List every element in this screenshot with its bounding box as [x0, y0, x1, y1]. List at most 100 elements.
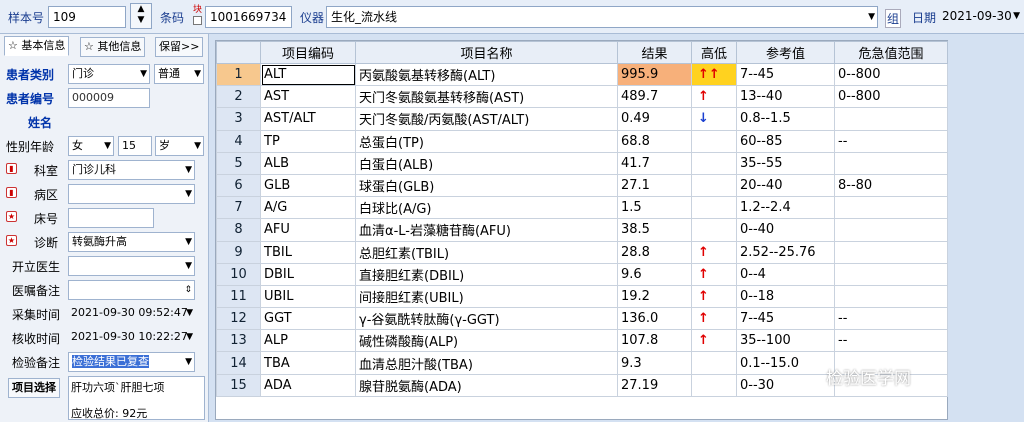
- table-row[interactable]: 3 AST/ALT 天门冬氨酸/丙氨酸(AST/ALT) 0.49 ↓ 0.8--1.5: [216, 107, 948, 131]
- reference-range: 0.8--1.5: [736, 107, 835, 131]
- col-code-header[interactable]: 项目编码: [260, 41, 356, 64]
- reference-range: 0--18: [736, 284, 835, 309]
- bed-input[interactable]: [68, 208, 154, 228]
- result-value[interactable]: 27.19: [617, 373, 692, 397]
- result-value[interactable]: 107.8: [617, 329, 692, 353]
- item-code[interactable]: ALT: [260, 62, 356, 87]
- age-input[interactable]: 15: [118, 136, 152, 156]
- chevron-down-icon: ▼: [194, 69, 201, 79]
- date-picker[interactable]: 2021-09-30 ▼: [938, 6, 1022, 28]
- col-critical-header[interactable]: 危急值范围: [834, 41, 948, 64]
- tab-other-info[interactable]: ☆ 其他信息: [80, 37, 146, 57]
- order-note-input[interactable]: ⇕: [68, 280, 195, 300]
- result-value[interactable]: 1.5: [617, 196, 692, 220]
- item-code[interactable]: ADA: [260, 373, 356, 397]
- item-code[interactable]: UBIL: [260, 284, 356, 309]
- table-row[interactable]: 4 TP 总蛋白(TP) 68.8 60--85 --: [216, 129, 948, 153]
- reference-range: 35--55: [736, 151, 835, 175]
- item-name: 丙氨酸氨基转移酶(ALT): [355, 62, 618, 87]
- age-unit-select[interactable]: 岁 ▼: [155, 136, 204, 156]
- table-row[interactable]: 9 TBIL 总胆红素(TBIL) 28.8 ↑ 2.52--25.76: [216, 240, 948, 264]
- barcode-checkbox[interactable]: [193, 16, 202, 25]
- col-name-header[interactable]: 项目名称: [355, 41, 618, 64]
- patient-subtype-value: 普通: [158, 67, 180, 80]
- item-name: 碱性磷酸酶(ALP): [355, 329, 618, 353]
- item-code[interactable]: TBA: [260, 351, 356, 375]
- result-value[interactable]: 28.8: [617, 240, 692, 264]
- result-value[interactable]: 489.7: [617, 85, 692, 109]
- test-note-select[interactable]: 检验结果已复查 ▼: [68, 352, 195, 372]
- result-value[interactable]: 995.9: [617, 62, 692, 87]
- sample-no-label: 样本号: [8, 11, 45, 25]
- ward-lookup-icon[interactable]: ▮: [6, 187, 17, 198]
- item-code[interactable]: AST/ALT: [260, 107, 356, 131]
- table-row[interactable]: 1 ALT 丙氨酸氨基转移酶(ALT) 995.9 ↑↑ 7--45 0--800: [216, 62, 948, 87]
- name-input[interactable]: [68, 112, 152, 132]
- reference-range: 0--30: [736, 373, 835, 397]
- col-index-header[interactable]: [216, 41, 261, 64]
- table-row[interactable]: 8 AFU 血清α-L-岩藻糖苷酶(AFU) 38.5 0--40: [216, 218, 948, 242]
- dept-select[interactable]: 门诊儿科 ▼: [68, 160, 195, 180]
- doctor-select[interactable]: ▼: [68, 256, 195, 276]
- sample-no-input[interactable]: 109: [48, 6, 126, 28]
- item-code[interactable]: DBIL: [260, 262, 356, 286]
- result-value[interactable]: 38.5: [617, 218, 692, 242]
- result-value[interactable]: 0.49: [617, 107, 692, 131]
- collect-time-picker[interactable]: 2021-09-30 09:52:47 ▼: [68, 304, 195, 324]
- diagnosis-select[interactable]: 转氨酶升高 ▼: [68, 232, 195, 252]
- table-row[interactable]: 12 GGT γ-谷氨酰转肽酶(γ-GGT) 136.0 ↑ 7--45 --: [216, 307, 948, 331]
- item-code[interactable]: TBIL: [260, 240, 356, 264]
- reference-range: 13--40: [736, 85, 835, 109]
- item-code[interactable]: AST: [260, 85, 356, 109]
- table-row[interactable]: 2 AST 天门冬氨酸氨基转移酶(AST) 489.7 ↑ 13--40 0--800: [216, 85, 948, 109]
- dept-lookup-icon[interactable]: ▮: [6, 163, 17, 174]
- item-code[interactable]: GGT: [260, 307, 356, 331]
- instrument-select[interactable]: 生化_流水线 ▼: [326, 6, 878, 28]
- item-name: 间接胆红素(UBIL): [355, 284, 618, 309]
- table-row[interactable]: 7 A/G 白球比(A/G) 1.5 1.2--2.4: [216, 196, 948, 220]
- chevron-down-icon: ▼: [1013, 11, 1020, 21]
- item-code[interactable]: ALB: [260, 151, 356, 175]
- table-row[interactable]: 6 GLB 球蛋白(GLB) 27.1 20--40 8--80: [216, 173, 948, 198]
- col-result-header[interactable]: 结果: [617, 41, 692, 64]
- result-value[interactable]: 27.1: [617, 173, 692, 198]
- critical-range: [834, 196, 948, 220]
- item-code[interactable]: ALP: [260, 329, 356, 353]
- table-row[interactable]: 11 UBIL 间接胆红素(UBIL) 19.2 ↑ 0--18: [216, 284, 948, 309]
- item-code[interactable]: A/G: [260, 196, 356, 220]
- result-value[interactable]: 19.2: [617, 284, 692, 309]
- result-value[interactable]: 68.8: [617, 129, 692, 153]
- tab-basic-info[interactable]: ☆ 基本信息: [4, 36, 70, 56]
- sample-no-spinner[interactable]: ▲ ▼: [130, 3, 152, 29]
- group-label[interactable]: 组: [885, 9, 902, 28]
- table-row[interactable]: 5 ALB 白蛋白(ALB) 41.7 35--55: [216, 151, 948, 175]
- patient-type-select[interactable]: 门诊 ▼: [68, 64, 150, 84]
- patient-subtype-select[interactable]: 普通 ▼: [154, 64, 204, 84]
- barcode-input[interactable]: 1001669734: [205, 6, 292, 28]
- flag: [691, 129, 737, 153]
- item-code[interactable]: GLB: [260, 173, 356, 198]
- receive-time-picker[interactable]: 2021-09-30 10:22:27 ▼: [68, 328, 195, 348]
- item-select-button[interactable]: 项目选择: [8, 378, 60, 398]
- result-value[interactable]: 136.0: [617, 307, 692, 331]
- item-code[interactable]: AFU: [260, 218, 356, 242]
- tab-save[interactable]: 保留>>: [155, 37, 204, 57]
- flag: [691, 151, 737, 175]
- result-value[interactable]: 9.6: [617, 262, 692, 286]
- item-select-box[interactable]: 肝功六项`肝胆七项 应收总价: 92元: [68, 376, 205, 420]
- result-value[interactable]: 41.7: [617, 151, 692, 175]
- collect-time-label: 采集时间: [12, 308, 61, 322]
- critical-range: --: [834, 307, 948, 331]
- reference-range: 7--45: [736, 62, 835, 87]
- ward-select[interactable]: ▼: [68, 184, 195, 204]
- item-code[interactable]: TP: [260, 129, 356, 153]
- col-reference-header[interactable]: 参考值: [736, 41, 835, 64]
- table-row[interactable]: 13 ALP 碱性磷酸酶(ALP) 107.8 ↑ 35--100 --: [216, 329, 948, 353]
- sex-select[interactable]: 女 ▼: [68, 136, 114, 156]
- patient-no-input[interactable]: 000009: [68, 88, 150, 108]
- result-value[interactable]: 9.3: [617, 351, 692, 375]
- col-flag-header[interactable]: 高低: [691, 41, 737, 64]
- table-row[interactable]: 10 DBIL 直接胆红素(DBIL) 9.6 ↑ 0--4: [216, 262, 948, 286]
- instrument-label: 仪器: [300, 11, 325, 25]
- flag: ↑: [691, 307, 737, 331]
